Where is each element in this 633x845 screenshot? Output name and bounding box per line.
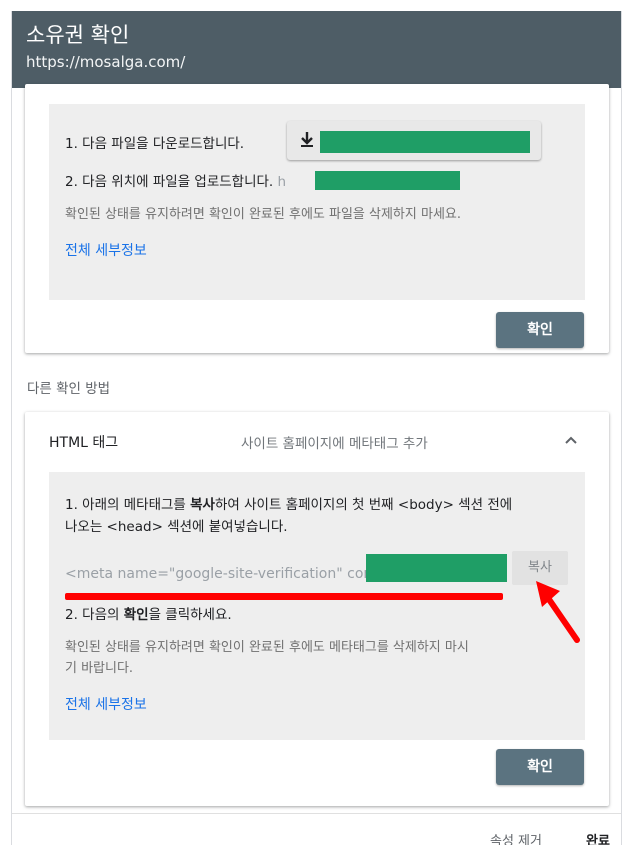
tag-step1-bold-copy: 복사 [190,497,215,513]
tag-step-confirm: 2. 다음의 확인을 클릭하세요. [65,603,232,623]
dialog-content: 1. 다음 파일을 다운로드합니다. 2. 다음 위치에 파일을 업로드합니다.… [12,84,621,845]
tag-keep-note: 확인된 상태를 유지하려면 확인이 완료된 후에도 메타태그를 삭제하지 마시 … [65,637,575,679]
done-button[interactable]: 완료 [586,830,610,845]
dialog-footer: 속성 제거 완료 [12,813,621,845]
file-keep-note: 확인된 상태를 유지하려면 확인이 완료된 후에도 파일을 삭제하지 마세요. [65,207,461,222]
tag-step-copy: 1. 아래의 메타태그를 복사하여 사이트 홈페이지의 첫 번째 <body> … [65,494,575,538]
tag-step1-part-a: 1. 아래의 메타태그를 [65,497,191,513]
html-tag-title[interactable]: HTML 태그 [49,432,118,452]
tag-note-line2: 기 바랍니다. [65,661,134,676]
remove-property-button[interactable]: 속성 제거 [490,830,542,845]
file-details-link[interactable]: 전체 세부정보 [65,240,147,260]
html-tag-description: 사이트 홈페이지에 메타태그 추가 [241,436,428,452]
verification-dialog: 소유권 확인 https://mosalga.com/ 1. 다음 파일을 다운… [11,11,622,845]
step-download: 1. 다음 파일을 다운로드합니다. [65,136,245,152]
download-icon [301,132,313,147]
tag-confirm-button[interactable]: 확인 [496,749,584,785]
redacted-upload-url [315,171,460,190]
redacted-meta-content [366,554,507,582]
tag-step2-bold-confirm: 확인 [123,607,149,623]
step-upload: 2. 다음 위치에 파일을 업로드합니다. h [65,170,286,190]
tag-step1-line2: 나오는 <head> 섹션에 붙여넣습니다. [65,519,288,535]
tag-step2-part-c: 을 클릭하세요. [148,607,232,623]
chevron-up-icon[interactable] [563,434,579,446]
dialog-title: 소유권 확인 [26,23,130,47]
tag-step2-part-a: 2. 다음의 [65,607,124,623]
tag-details-link[interactable]: 전체 세부정보 [65,694,147,714]
tag-step1-part-c: 하여 사이트 홈페이지의 첫 번째 <body> 섹션 전에 [214,497,513,513]
html-tag-card: HTML 태그 사이트 홈페이지에 메타태그 추가 1. 아래의 메타태그를 복… [25,412,609,806]
dialog-header: 소유권 확인 https://mosalga.com/ [12,11,621,88]
tag-note-line1: 확인된 상태를 유지하려면 확인이 완료된 후에도 메타태그를 삭제하지 마시 [65,640,469,655]
file-confirm-button[interactable]: 확인 [496,312,584,348]
file-method-card: 1. 다음 파일을 다운로드합니다. 2. 다음 위치에 파일을 업로드합니다.… [25,84,609,353]
other-methods-label: 다른 확인 방법 [27,381,111,397]
property-url: https://mosalga.com/ [26,53,186,71]
annotation-arrow [536,581,580,643]
file-method-panel: 1. 다음 파일을 다운로드합니다. 2. 다음 위치에 파일을 업로드합니다.… [49,104,585,300]
html-tag-panel: 1. 아래의 메타태그를 복사하여 사이트 홈페이지의 첫 번째 <body> … [49,472,585,740]
redacted-filename [320,131,530,153]
highlight-underline [65,593,503,600]
download-file-button[interactable] [287,121,541,160]
upload-url-prefix: h [277,174,287,190]
step-upload-text: 2. 다음 위치에 파일을 업로드합니다. [65,174,274,190]
meta-tag-text[interactable]: <meta name="google-site-verification" co… [65,566,378,582]
